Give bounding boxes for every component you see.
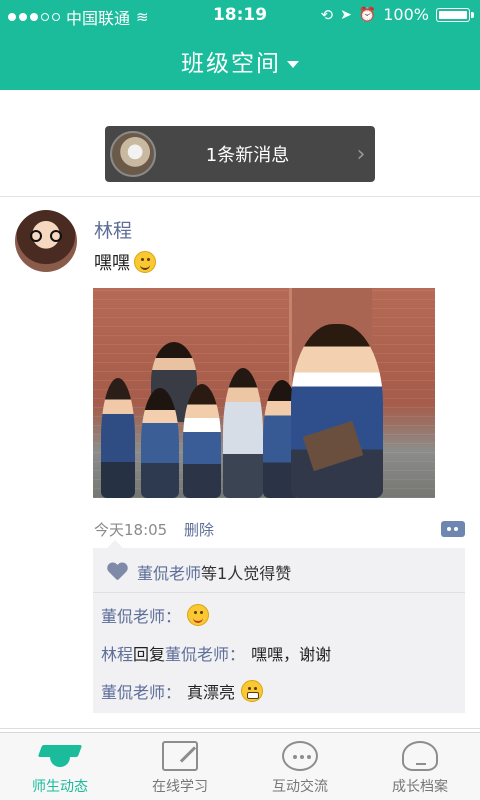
- likes-suffix: 等1人觉得赞: [201, 564, 292, 583]
- alarm-icon: ⏰: [358, 6, 377, 23]
- tab-label: 在线学习: [152, 779, 208, 795]
- reply-target[interactable]: 董侃老师: [165, 645, 229, 664]
- post-text-content: 嘿嘿: [94, 253, 130, 274]
- page-title: 班级空间: [181, 51, 281, 77]
- heart-icon: [107, 563, 127, 581]
- comment-text: 嘿嘿，谢谢: [251, 645, 332, 664]
- avatar[interactable]: [15, 210, 77, 272]
- comment-separator: ：: [165, 607, 182, 626]
- divider: [0, 728, 480, 729]
- graduation-cap-icon: [37, 741, 83, 771]
- chevron-right-icon: ›: [356, 141, 366, 167]
- status-bar: 中国联通 ≋ 18:19 ⟲ ➤ ⏰ 100%: [0, 0, 480, 30]
- smile-emoji-icon: [134, 251, 156, 273]
- comment-text: 真漂亮: [187, 683, 236, 702]
- comment-author[interactable]: 林程: [101, 645, 133, 664]
- comment-author[interactable]: 董侃老师: [101, 683, 165, 702]
- comment-icon[interactable]: [441, 521, 465, 537]
- status-right: ⟲ ➤ ⏰ 100%: [320, 5, 474, 24]
- new-message-notice[interactable]: 1条新消息 ›: [105, 126, 375, 182]
- comment-separator: ：: [165, 683, 182, 702]
- post-photo[interactable]: [93, 288, 435, 498]
- orientation-lock-icon: ⟲: [320, 5, 334, 24]
- battery-percent: 100%: [383, 5, 429, 24]
- profile-icon: [402, 741, 438, 771]
- tab-online-learning[interactable]: 在线学习: [120, 733, 240, 800]
- class-space-title-dropdown[interactable]: 班级空间: [0, 44, 480, 78]
- tab-interaction[interactable]: 互动交流: [240, 733, 360, 800]
- post-text: 嘿嘿: [94, 249, 156, 275]
- delete-button[interactable]: 删除: [184, 519, 214, 540]
- edit-icon: [162, 741, 198, 771]
- comment-author[interactable]: 董侃老师: [101, 607, 165, 626]
- grin-emoji-icon: [241, 680, 264, 702]
- tab-bar: 师生动态 在线学习 互动交流 成长档案: [0, 732, 480, 800]
- reply-word: 回复: [133, 645, 166, 664]
- comment-item[interactable]: 董侃老师： 真漂亮: [101, 679, 264, 703]
- likes-row: 董侃老师 等1人觉得赞: [107, 560, 291, 584]
- avatar-glasses: [30, 230, 62, 242]
- post-author[interactable]: 林程: [94, 216, 132, 243]
- chevron-down-icon: [287, 61, 299, 68]
- notice-text: 1条新消息: [205, 145, 290, 166]
- comment-item[interactable]: 董侃老师：: [101, 603, 210, 627]
- chat-icon: [282, 741, 318, 771]
- tab-label: 师生动态: [32, 779, 88, 795]
- tab-growth-archive[interactable]: 成长档案: [360, 733, 480, 800]
- post-time: 今天18:05: [94, 521, 168, 539]
- wink-tongue-emoji-icon: [187, 604, 210, 626]
- top-bar: 中国联通 ≋ 18:19 ⟲ ➤ ⏰ 100% 班级空间: [0, 0, 480, 90]
- tab-label: 互动交流: [272, 779, 328, 795]
- comment-separator: ：: [229, 645, 246, 664]
- interaction-panel: 董侃老师 等1人觉得赞 董侃老师： 林程回复董侃老师： 嘿嘿，谢谢 董侃老师： …: [93, 540, 465, 713]
- battery-icon: [436, 7, 474, 22]
- divider: [0, 196, 480, 197]
- location-icon: ➤: [340, 6, 352, 23]
- like-user[interactable]: 董侃老师: [137, 560, 201, 584]
- divider: [93, 592, 465, 593]
- tab-teacher-student-updates[interactable]: 师生动态: [0, 733, 120, 800]
- tab-label: 成长档案: [392, 779, 448, 795]
- comment-item[interactable]: 林程回复董侃老师： 嘿嘿，谢谢: [101, 641, 331, 665]
